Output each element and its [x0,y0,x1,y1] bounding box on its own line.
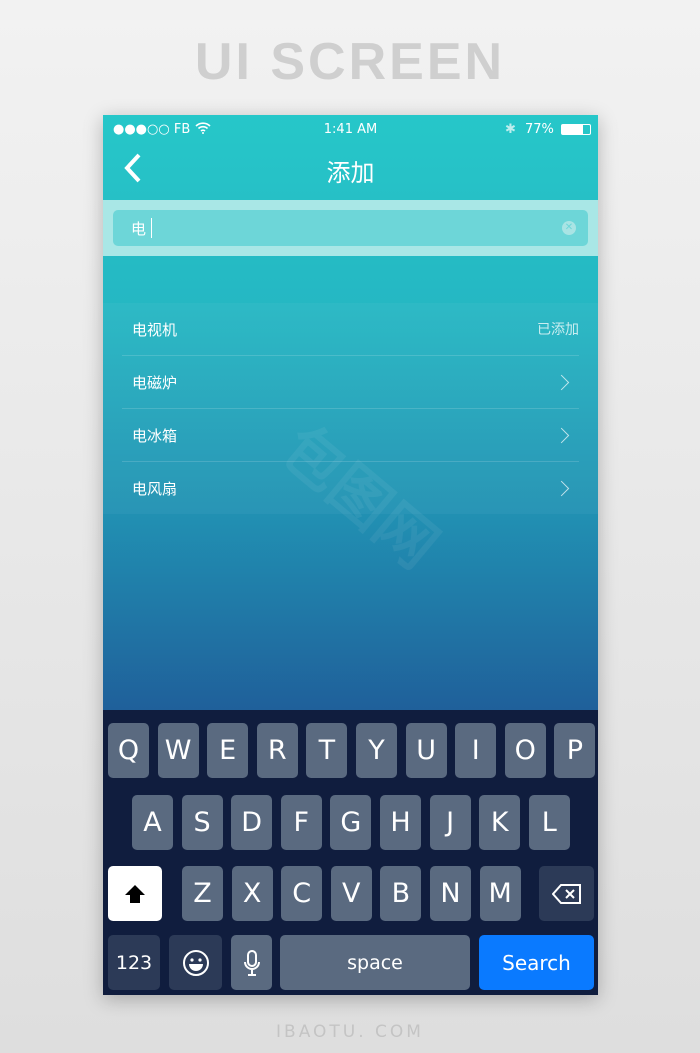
list-item[interactable]: 电磁炉 [122,356,579,409]
shift-key[interactable] [108,866,162,921]
backspace-icon [551,883,581,904]
chevron-right-icon [553,374,570,390]
numbers-key[interactable]: 123 [108,935,160,990]
key-v[interactable]: V [330,866,372,921]
space-key[interactable]: space [280,935,470,990]
key-p[interactable]: P [554,723,596,778]
footer-text: IBAOTU. COM [276,1022,424,1042]
key-i[interactable]: I [455,723,497,778]
search-bar: 电 ✕ [103,200,598,256]
key-f[interactable]: F [280,795,322,850]
key-y[interactable]: Y [356,723,397,778]
key-d[interactable]: D [231,795,273,850]
bluetooth-icon: ✱ [505,122,516,137]
key-h[interactable]: H [380,795,421,850]
key-s[interactable]: S [181,795,223,850]
added-status: 已添加 [537,322,579,338]
microphone-key[interactable] [231,935,272,990]
item-label: 电视机 [132,320,178,339]
key-c[interactable]: C [281,866,323,921]
phone-screen: ●●●○○ FB 1:41 AM ✱ 77% 添加 电 ✕ 电视机 已添加 电磁炉… [103,115,598,995]
key-g[interactable]: G [330,795,372,850]
key-w[interactable]: W [157,723,199,778]
battery-icon [561,124,591,135]
page-title: 添加 [326,159,375,187]
item-label: 电磁炉 [132,373,178,392]
chevron-right-icon [553,427,570,443]
emoji-icon [182,949,209,976]
key-o[interactable]: O [504,723,546,778]
key-m[interactable]: M [479,866,521,921]
item-label: 电冰箱 [132,426,178,445]
list-item[interactable]: 电视机 已添加 [122,303,579,356]
backspace-key[interactable] [539,866,594,921]
search-key[interactable]: Search [479,935,594,990]
key-j[interactable]: J [429,795,471,850]
key-n[interactable]: N [430,866,471,921]
key-b[interactable]: B [380,866,422,921]
keyboard: 123 space Search QWERTYUIOP ASDFGHJKL ZXCV… [103,710,598,995]
key-q[interactable]: Q [108,723,149,778]
microphone-icon [243,949,260,976]
search-input[interactable]: 电 ✕ [113,210,588,246]
key-t[interactable]: T [306,723,348,778]
item-label: 电风扇 [132,480,178,498]
chevron-right-icon [553,480,570,497]
key-a[interactable]: A [132,795,173,850]
battery-percent: 77% [525,122,554,137]
emoji-key[interactable] [169,935,222,990]
key-z[interactable]: Z [182,866,223,921]
clear-icon[interactable]: ✕ [562,221,576,235]
banner-title: UI SCREEN [194,33,506,91]
key-l[interactable]: L [528,795,570,850]
key-e[interactable]: E [207,723,249,778]
key-r[interactable]: R [256,723,298,778]
key-u[interactable]: U [405,723,447,778]
text-caret [151,218,153,238]
search-value: 电 [131,219,147,238]
status-bar: ●●●○○ FB 1:41 AM ✱ 77% [103,115,598,143]
key-x[interactable]: X [231,866,273,921]
key-k[interactable]: K [479,795,521,850]
status-time: 1:41 AM [323,122,378,137]
shift-arrow-icon [125,884,145,903]
